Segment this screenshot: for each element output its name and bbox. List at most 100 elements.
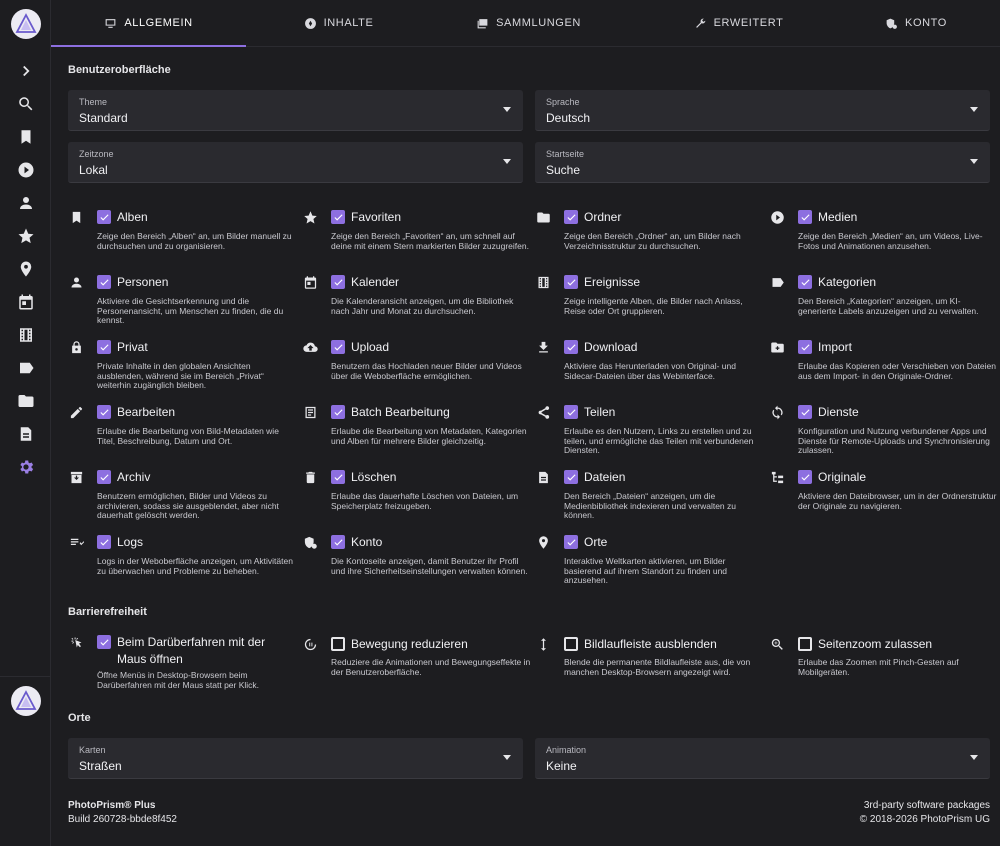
- maps-select[interactable]: Karten Straßen: [68, 738, 523, 779]
- batch-list-icon: [303, 405, 318, 420]
- file-cabinet-icon[interactable]: [17, 425, 35, 443]
- option-title[interactable]: Orte: [584, 534, 774, 551]
- animation-select-label: Animation: [546, 745, 587, 755]
- checkbox-batch-bearbeitung[interactable]: [331, 405, 345, 419]
- checkbox-dateien[interactable]: [564, 470, 578, 484]
- checkbox-download[interactable]: [564, 340, 578, 354]
- star-icon: [303, 210, 318, 225]
- option-title[interactable]: Dienste: [818, 404, 1000, 421]
- option-title[interactable]: Konto: [351, 534, 541, 551]
- checkbox-medien[interactable]: [798, 210, 812, 224]
- collections-icon: [477, 18, 488, 28]
- checkbox-kalender[interactable]: [331, 275, 345, 289]
- photoprism-logo-icon[interactable]: [11, 9, 41, 39]
- tab-inhalte[interactable]: INHALTE: [241, 0, 436, 46]
- option-title[interactable]: Medien: [818, 209, 1000, 226]
- settings-gear-icon[interactable]: [17, 458, 35, 476]
- option-title[interactable]: Ereignisse: [584, 274, 774, 291]
- checkbox-archiv[interactable]: [97, 470, 111, 484]
- option-title[interactable]: Dateien: [584, 469, 774, 486]
- checkbox-konto[interactable]: [331, 535, 345, 549]
- checkbox-import[interactable]: [798, 340, 812, 354]
- chevron-down-icon: [970, 159, 978, 164]
- timezone-select[interactable]: Zeitzone Lokal: [68, 142, 523, 183]
- option-title[interactable]: Bildlaufleiste ausblenden: [584, 636, 774, 653]
- download-icon: [536, 340, 551, 355]
- folder-icon[interactable]: [17, 392, 35, 410]
- option-description: Erlaube das dauerhafte Löschen von Datei…: [331, 491, 519, 511]
- user-avatar[interactable]: [11, 686, 41, 716]
- option-title[interactable]: Seitenzoom zulassen: [818, 636, 1000, 653]
- timezone-select-value: Lokal: [79, 163, 108, 177]
- checkbox-personen[interactable]: [97, 275, 111, 289]
- option-description: Blende die permanente Bildlaufleiste aus…: [564, 657, 751, 677]
- star-icon[interactable]: [17, 227, 35, 245]
- option-description: Zeige den Bereich „Alben“ an, um Bilder …: [97, 231, 292, 251]
- play-circle-icon[interactable]: [17, 161, 35, 179]
- chevron-down-icon: [503, 107, 511, 112]
- monitor-icon: [105, 18, 116, 28]
- tab-konto[interactable]: KONTO: [831, 0, 1000, 46]
- checkbox-upload[interactable]: [331, 340, 345, 354]
- checkbox-orte[interactable]: [564, 535, 578, 549]
- checkbox-favoriten[interactable]: [331, 210, 345, 224]
- label-icon[interactable]: [17, 359, 35, 377]
- film-icon[interactable]: [17, 326, 35, 344]
- option-description: Zeige den Bereich „Ordner“ an, um Bilder…: [564, 231, 741, 251]
- checkbox-beim-darüberfahren-mit-der-maus-öffnen[interactable]: [97, 635, 111, 649]
- option-title[interactable]: Download: [584, 339, 774, 356]
- option-title[interactable]: Favoriten: [351, 209, 541, 226]
- option-title[interactable]: Alben: [117, 209, 307, 226]
- startpage-select[interactable]: Startseite Suche: [535, 142, 990, 183]
- option-title[interactable]: Bearbeiten: [117, 404, 307, 421]
- option-title[interactable]: Bewegung reduzieren: [351, 636, 541, 653]
- checkbox-ordner[interactable]: [564, 210, 578, 224]
- chevron-right-icon[interactable]: [17, 62, 35, 80]
- option-title[interactable]: Privat: [117, 339, 307, 356]
- cloud-upload-icon: [303, 340, 318, 355]
- bookmark-icon[interactable]: [17, 128, 35, 146]
- option-title[interactable]: Beim Darüberfahren mit der Maus öffnen: [117, 634, 277, 668]
- checkbox-originale[interactable]: [798, 470, 812, 484]
- checkbox-bearbeiten[interactable]: [97, 405, 111, 419]
- option-title[interactable]: Personen: [117, 274, 307, 291]
- option-title[interactable]: Kategorien: [818, 274, 1000, 291]
- option-title[interactable]: Löschen: [351, 469, 541, 486]
- language-select[interactable]: Sprache Deutsch: [535, 90, 990, 131]
- option-description: Aktiviere den Dateibrowser, um in der Or…: [798, 491, 997, 511]
- option-title[interactable]: Archiv: [117, 469, 307, 486]
- checkbox-privat[interactable]: [97, 340, 111, 354]
- checkbox-dienste[interactable]: [798, 405, 812, 419]
- checkbox-bildlaufleiste-ausblenden[interactable]: [564, 637, 578, 651]
- calendar-icon[interactable]: [17, 293, 35, 311]
- startpage-select-label: Startseite: [546, 149, 585, 159]
- option-title[interactable]: Upload: [351, 339, 541, 356]
- checkbox-ereignisse[interactable]: [564, 275, 578, 289]
- checkbox-löschen[interactable]: [331, 470, 345, 484]
- checkbox-seitenzoom-zulassen[interactable]: [798, 637, 812, 651]
- checkbox-logs[interactable]: [97, 535, 111, 549]
- search-icon[interactable]: [17, 95, 35, 113]
- option-title[interactable]: Batch Bearbeitung: [351, 404, 541, 421]
- checkbox-kategorien[interactable]: [798, 275, 812, 289]
- tab-sammlungen[interactable]: SAMMLUNGEN: [431, 0, 626, 46]
- option-title[interactable]: Ordner: [584, 209, 774, 226]
- option-description: Erlaube das Kopieren oder Verschieben vo…: [798, 361, 996, 381]
- tab-erweitert[interactable]: ERWEITERT: [641, 0, 836, 46]
- tab-allgemein[interactable]: ALLGEMEIN: [51, 0, 246, 47]
- maps-select-value: Straßen: [79, 759, 122, 773]
- option-title[interactable]: Kalender: [351, 274, 541, 291]
- checkbox-bewegung-reduzieren[interactable]: [331, 637, 345, 651]
- map-marker-icon[interactable]: [17, 260, 35, 278]
- option-title[interactable]: Teilen: [584, 404, 774, 421]
- checkbox-teilen[interactable]: [564, 405, 578, 419]
- person-icon[interactable]: [17, 194, 35, 212]
- option-title[interactable]: Originale: [818, 469, 1000, 486]
- footer-packages-link[interactable]: 3rd-party software packages: [860, 799, 990, 813]
- file-cabinet-icon: [536, 470, 551, 485]
- theme-select[interactable]: Theme Standard: [68, 90, 523, 131]
- checkbox-alben[interactable]: [97, 210, 111, 224]
- option-title[interactable]: Logs: [117, 534, 307, 551]
- option-title[interactable]: Import: [818, 339, 1000, 356]
- animation-select[interactable]: Animation Keine: [535, 738, 990, 779]
